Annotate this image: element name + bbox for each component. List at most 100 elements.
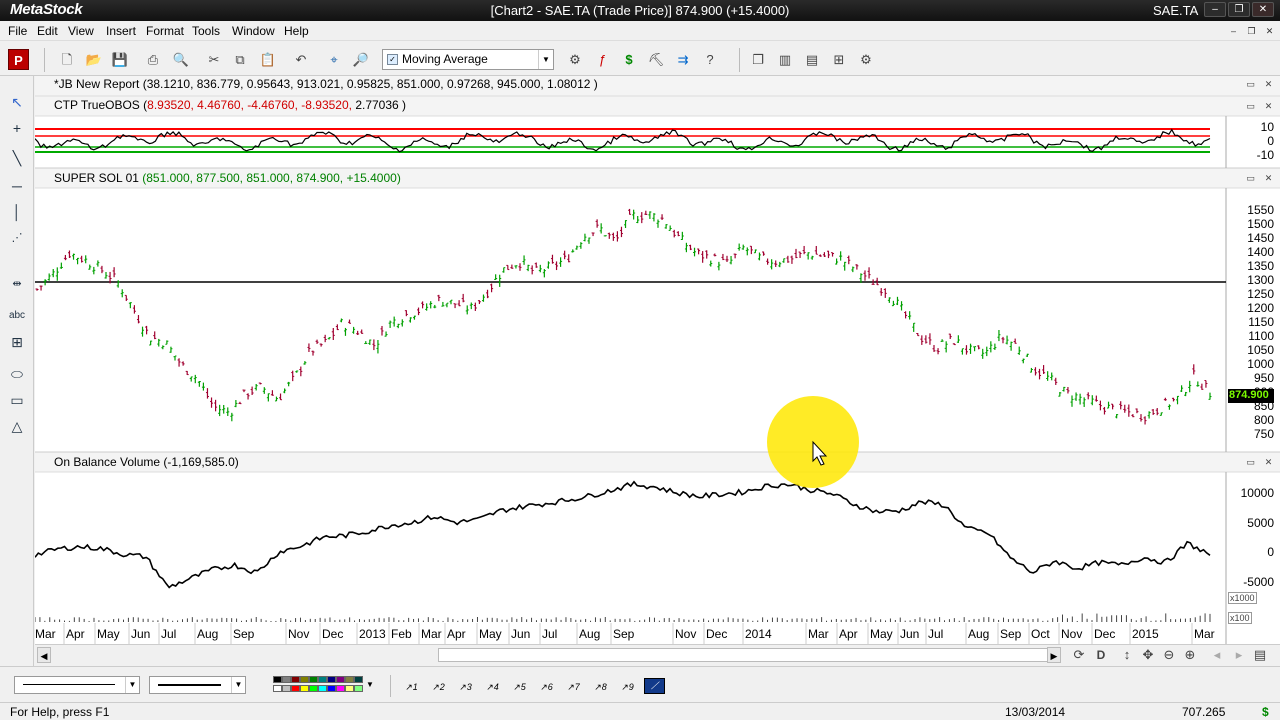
tile-horizontal-icon[interactable]: ▤ <box>802 50 822 70</box>
grid-tool-icon[interactable]: ⊞ <box>6 332 28 352</box>
line-study-9-icon[interactable]: ↗9 <box>617 678 638 694</box>
zoom-icon[interactable]: 🔎 <box>351 50 371 70</box>
mdi-restore-button[interactable]: ❐ <box>1244 25 1259 37</box>
rectangle-icon[interactable]: ▭ <box>6 390 28 410</box>
color-swatch[interactable] <box>309 685 318 692</box>
fan-tool-icon[interactable]: ⋰ <box>6 228 28 248</box>
ellipse-icon[interactable]: ⬭ <box>6 364 28 384</box>
cut-icon[interactable]: ✂ <box>204 50 224 70</box>
color-swatch[interactable] <box>282 676 291 683</box>
line-study-6-icon[interactable]: ↗6 <box>536 678 557 694</box>
close-button[interactable]: ✕ <box>1252 2 1274 17</box>
expert-advisor-icon[interactable]: ⚙ <box>565 50 585 70</box>
arrows-icon[interactable]: ⇉ <box>673 50 693 70</box>
explorer-icon[interactable]: ⛏ <box>646 50 666 70</box>
formula-icon[interactable]: ƒ <box>592 50 612 70</box>
color-swatch[interactable] <box>327 676 336 683</box>
chevron-down-icon[interactable]: ▼ <box>538 50 553 69</box>
line-study-4-icon[interactable]: ↗4 <box>482 678 503 694</box>
color-swatch[interactable] <box>291 685 300 692</box>
maximize-button[interactable]: ❐ <box>1228 2 1250 17</box>
crosshair-icon[interactable]: ⌖ <box>324 50 344 70</box>
dollar-icon[interactable]: $ <box>619 50 639 70</box>
color-swatch[interactable] <box>327 685 336 692</box>
panel-restore-button[interactable]: ▭ <box>1245 79 1256 89</box>
color-swatch[interactable] <box>354 676 363 683</box>
color-swatch[interactable] <box>336 685 345 692</box>
color-swatch[interactable] <box>354 685 363 692</box>
scroll-left-icon[interactable]: ◀ <box>37 647 51 663</box>
power-console-icon[interactable]: P <box>8 49 29 70</box>
panel-close-button[interactable]: ✕ <box>1263 457 1274 467</box>
menu-tools[interactable]: Tools <box>192 24 220 38</box>
panel-restore-button[interactable]: ▭ <box>1245 173 1256 183</box>
color-swatch[interactable] <box>345 676 354 683</box>
color-swatch[interactable] <box>291 676 300 683</box>
color-swatch[interactable] <box>282 685 291 692</box>
save-icon[interactable]: 💾 <box>110 50 130 70</box>
open-icon[interactable]: 📂 <box>84 50 104 70</box>
refresh-icon[interactable]: ⟳ <box>1069 645 1089 665</box>
indicator-select[interactable]: ✓ Moving Average ▼ <box>382 49 554 70</box>
panel-restore-button[interactable]: ▭ <box>1245 101 1256 111</box>
color-swatch[interactable] <box>309 676 318 683</box>
triangle-icon[interactable]: △ <box>6 416 28 436</box>
list-icon[interactable]: ▤ <box>1250 645 1270 665</box>
mdi-close-button[interactable]: ✕ <box>1262 25 1277 37</box>
vertical-line-icon[interactable]: │ <box>6 202 28 222</box>
scroll-thumb[interactable] <box>438 648 1050 662</box>
menu-view[interactable]: View <box>68 24 94 38</box>
horizontal-scrollbar[interactable]: ◀ ▶ ⟳ D ↕ ✥ ⊖ ⊕ ◂ ▸ ▤ <box>35 644 1280 666</box>
chevron-down-icon[interactable]: ▼ <box>231 677 245 693</box>
color-swatch[interactable] <box>318 676 327 683</box>
periodicity-daily-icon[interactable]: D <box>1091 645 1111 665</box>
color-swatch[interactable] <box>345 685 354 692</box>
line-style-select[interactable]: ▼ <box>14 676 140 694</box>
text-tool-icon[interactable]: abc <box>6 306 28 326</box>
chart-canvas[interactable] <box>35 76 1280 644</box>
color-swatch[interactable] <box>273 685 282 692</box>
cycle-lines-icon[interactable]: ⇹ <box>6 274 28 294</box>
panel-restore-button[interactable]: ▭ <box>1245 457 1256 467</box>
panel-close-button[interactable]: ✕ <box>1263 101 1274 111</box>
line-study-3-icon[interactable]: ↗3 <box>455 678 476 694</box>
menu-edit[interactable]: Edit <box>37 24 58 38</box>
color-swatch[interactable] <box>273 676 282 683</box>
chevron-down-icon[interactable]: ▼ <box>366 680 374 689</box>
help-icon[interactable]: ? <box>700 50 720 70</box>
menu-window[interactable]: Window <box>232 24 275 38</box>
vertical-scale-icon[interactable]: ↕ <box>1117 645 1137 665</box>
zoom-out-icon[interactable]: ⊖ <box>1159 645 1179 665</box>
line-study-1-icon[interactable]: ↗1 <box>401 678 422 694</box>
new-icon[interactable]: 🗋 <box>57 50 77 70</box>
print-icon[interactable]: ⎙ <box>143 50 163 70</box>
previous-icon[interactable]: ◂ <box>1207 645 1227 665</box>
menu-help[interactable]: Help <box>284 24 309 38</box>
trendline-icon[interactable]: ╲ <box>6 148 28 168</box>
minimize-button[interactable]: – <box>1204 2 1226 17</box>
line-study-2-icon[interactable]: ↗2 <box>428 678 449 694</box>
copy-icon[interactable]: ⧉ <box>230 50 250 70</box>
horizontal-line-icon[interactable]: ─ <box>6 176 28 196</box>
line-weight-select[interactable]: ▼ <box>149 676 246 694</box>
color-swatch[interactable] <box>336 676 345 683</box>
settings-icon[interactable]: ⚙ <box>856 50 876 70</box>
line-study-7-icon[interactable]: ↗7 <box>563 678 584 694</box>
crosshair-tool-icon[interactable]: + <box>6 118 28 138</box>
active-chart-style-icon[interactable]: ⟋ <box>644 678 665 694</box>
menu-insert[interactable]: Insert <box>106 24 136 38</box>
menu-format[interactable]: Format <box>146 24 184 38</box>
paste-icon[interactable]: 📋 <box>258 50 278 70</box>
print-preview-icon[interactable]: 🔍 <box>171 50 191 70</box>
cascade-icon[interactable]: ❐ <box>748 50 768 70</box>
pan-icon[interactable]: ✥ <box>1138 645 1158 665</box>
next-icon[interactable]: ▸ <box>1229 645 1249 665</box>
scroll-right-icon[interactable]: ▶ <box>1047 647 1061 663</box>
color-swatch[interactable] <box>318 685 327 692</box>
panel-close-button[interactable]: ✕ <box>1263 173 1274 183</box>
panel-close-button[interactable]: ✕ <box>1263 79 1274 89</box>
undo-icon[interactable]: ↶ <box>291 50 311 70</box>
line-study-8-icon[interactable]: ↗8 <box>590 678 611 694</box>
color-swatch[interactable] <box>300 685 309 692</box>
color-swatch[interactable] <box>300 676 309 683</box>
